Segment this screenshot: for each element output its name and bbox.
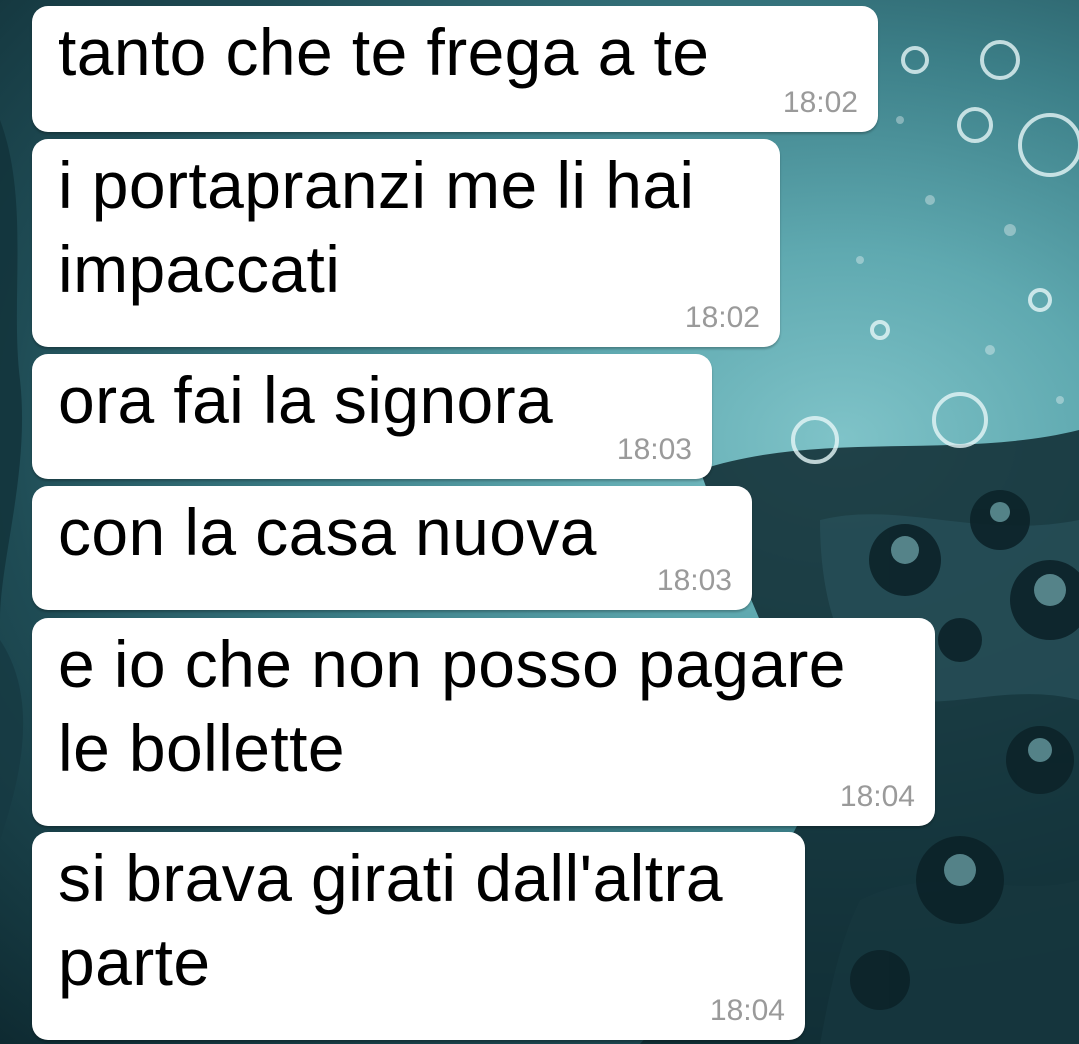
message-time: 18:03 xyxy=(616,433,692,466)
incoming-message[interactable]: con la casa nuova 18:03 xyxy=(32,486,752,610)
message-time: 18:04 xyxy=(709,994,785,1027)
incoming-message[interactable]: e io che non posso pagare le bollette 18… xyxy=(32,618,935,826)
incoming-message[interactable]: i portapranzi me li hai impaccati 18:02 xyxy=(32,139,780,347)
incoming-message[interactable]: si brava girati dall'altra parte 18:04 xyxy=(32,832,805,1040)
incoming-message[interactable]: tanto che te frega a te 18:02 xyxy=(32,6,878,132)
message-time: 18:04 xyxy=(839,780,915,813)
incoming-message[interactable]: ora fai la signora 18:03 xyxy=(32,354,712,479)
message-time: 18:02 xyxy=(684,301,760,334)
message-time: 18:02 xyxy=(782,86,858,119)
message-text: e io che non posso pagare le bollette xyxy=(58,627,846,785)
message-text: tanto che te frega a te xyxy=(58,15,710,89)
message-time: 18:03 xyxy=(656,564,732,597)
message-text: si brava girati dall'altra parte xyxy=(58,841,723,999)
message-text: ora fai la signora xyxy=(58,363,554,437)
message-list[interactable]: tanto che te frega a te 18:02 i portapra… xyxy=(0,0,1079,1044)
message-text: i portapranzi me li hai impaccati xyxy=(58,148,695,306)
message-text: con la casa nuova xyxy=(58,495,597,569)
